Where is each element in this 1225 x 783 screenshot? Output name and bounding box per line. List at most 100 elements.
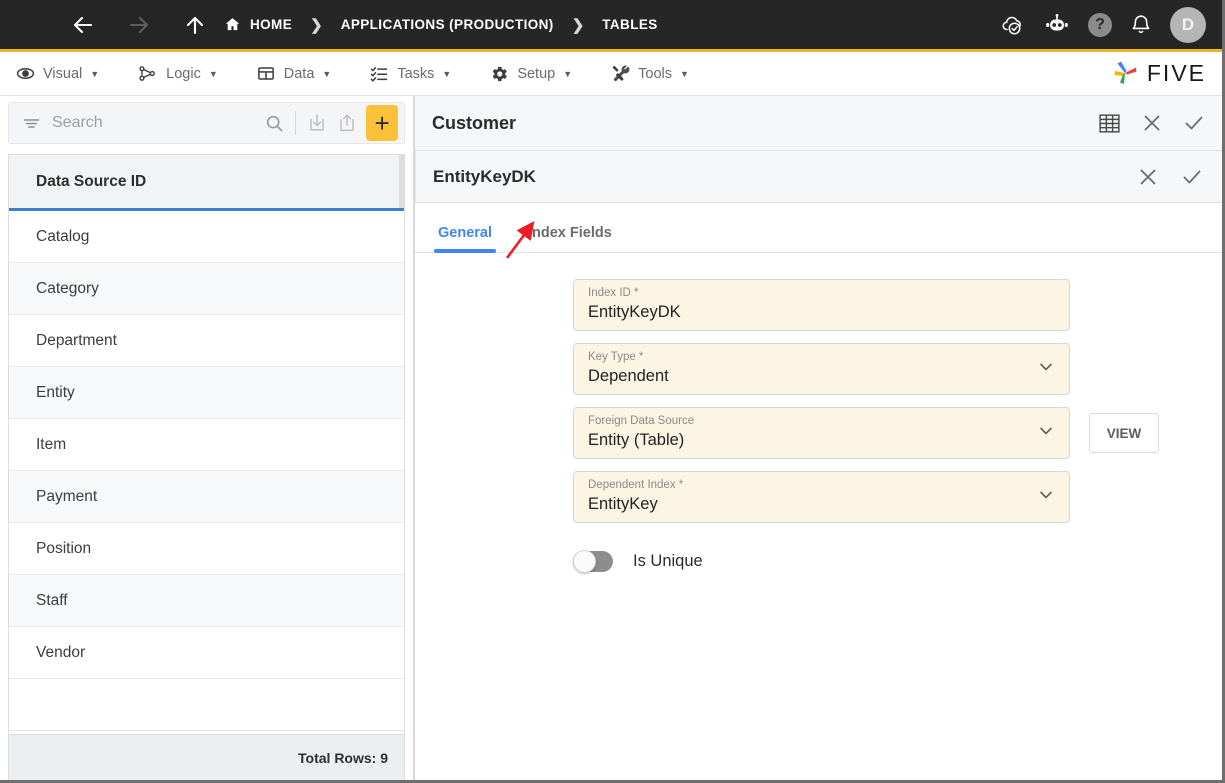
five-pinwheel-icon — [1114, 61, 1137, 84]
menu-item-tools[interactable]: Tools ▼ — [610, 64, 689, 84]
record-panel-actions — [1097, 111, 1206, 136]
tab-general[interactable]: General — [434, 225, 496, 253]
table-row[interactable]: Category — [9, 263, 404, 315]
add-button[interactable]: + — [366, 105, 399, 141]
breadcrumb-label: TABLES — [602, 17, 658, 32]
chevron-down-icon — [1036, 485, 1056, 510]
bell-icon[interactable] — [1130, 13, 1152, 37]
robot-icon[interactable] — [1044, 13, 1070, 36]
close-icon[interactable] — [1136, 165, 1160, 189]
index-panel-header: EntityKeyDK — [415, 151, 1222, 203]
row-label: Catalog — [36, 227, 90, 245]
foreign-data-source-select[interactable]: Foreign Data Source Entity (Table) — [573, 407, 1070, 459]
up-arrow-icon[interactable] — [178, 8, 212, 42]
menu-label: Data — [283, 65, 315, 82]
hamburger-menu-icon[interactable] — [20, 20, 42, 30]
field-row-key-type: Key Type * Dependent — [573, 343, 1222, 395]
chevron-down-icon: ▼ — [90, 68, 100, 79]
table-grid-icon — [256, 64, 276, 83]
tools-icon — [610, 64, 630, 84]
main-panel: Customer EntityKeyDK General Index Field… — [414, 96, 1222, 780]
breadcrumb: HOME ❯ APPLICATIONS (PRODUCTION) ❯ TABLE… — [224, 16, 658, 34]
table-row[interactable]: Department — [9, 315, 404, 367]
field-row-index-id: Index ID * EntityKeyDK — [573, 279, 1222, 331]
chevron-down-icon: ▼ — [208, 68, 218, 79]
dependent-index-select[interactable]: Dependent Index * EntityKey — [573, 471, 1070, 523]
tab-index-fields[interactable]: Index Fields — [524, 225, 616, 252]
tab-label: Index Fields — [528, 225, 612, 241]
row-label: Entity — [36, 383, 75, 401]
close-icon[interactable] — [1140, 111, 1164, 135]
avatar-initial: D — [1181, 14, 1195, 34]
menu-label: Setup — [517, 65, 556, 82]
gear-icon — [489, 64, 509, 84]
table-row[interactable]: Entity — [9, 367, 404, 419]
grid-column-header-label: Data Source ID — [36, 172, 147, 190]
menu-label: Visual — [43, 65, 83, 82]
key-type-select[interactable]: Key Type * Dependent — [573, 343, 1070, 395]
breadcrumb-item-tables[interactable]: TABLES — [602, 17, 657, 32]
index-id-field[interactable]: Index ID * EntityKeyDK — [573, 279, 1070, 331]
table-row[interactable]: Vendor — [9, 627, 404, 679]
field-row-foreign-data-source: Foreign Data Source Entity (Table) VIEW — [573, 407, 1222, 459]
breadcrumb-item-home[interactable]: HOME — [224, 16, 292, 33]
task-list-icon — [369, 64, 389, 83]
field-label: Foreign Data Source — [588, 415, 695, 427]
data-source-grid: Data Source ID Catalog Category Departme… — [8, 154, 405, 780]
forward-arrow-icon[interactable] — [122, 8, 156, 42]
table-row[interactable]: Payment — [9, 471, 404, 523]
table-row[interactable]: Item — [9, 419, 404, 471]
breadcrumb-item-applications[interactable]: APPLICATIONS (PRODUCTION) — [341, 17, 554, 32]
table-row[interactable]: Catalog — [9, 211, 404, 263]
view-button[interactable]: VIEW — [1089, 413, 1159, 453]
cloud-check-icon[interactable] — [1000, 12, 1026, 38]
avatar[interactable]: D — [1170, 6, 1206, 43]
table-row[interactable]: Position — [9, 523, 404, 575]
table-row[interactable]: Staff — [9, 575, 404, 627]
search-icon[interactable] — [259, 106, 289, 140]
menu-item-visual[interactable]: Visual ▼ — [16, 64, 99, 83]
tab-label: General — [438, 225, 492, 241]
page-title: Customer — [432, 112, 517, 133]
toolbar-divider — [295, 111, 296, 135]
chevron-down-icon: ▼ — [563, 68, 573, 79]
breadcrumb-label: APPLICATIONS (PRODUCTION) — [340, 17, 554, 32]
help-icon[interactable]: ? — [1088, 12, 1112, 37]
table-row-empty — [9, 679, 404, 731]
row-label: Position — [36, 539, 92, 557]
view-button-label: VIEW — [1106, 425, 1142, 441]
menu-item-logic[interactable]: Logic ▼ — [137, 64, 218, 83]
chevron-down-icon: ▼ — [680, 68, 689, 79]
search-input[interactable] — [52, 114, 259, 132]
breadcrumb-separator: ❯ — [571, 16, 585, 34]
field-value: EntityKeyDK — [588, 303, 681, 321]
breadcrumb-label: HOME — [250, 17, 293, 32]
confirm-icon[interactable] — [1182, 111, 1206, 135]
menu-item-data[interactable]: Data ▼ — [256, 64, 331, 83]
field-value: Dependent — [588, 367, 669, 385]
table-view-icon[interactable] — [1097, 111, 1122, 136]
grid-scrollbar[interactable] — [399, 155, 404, 208]
export-icon[interactable] — [332, 106, 362, 140]
record-panel-header: Customer — [415, 96, 1222, 151]
add-button-label: + — [374, 107, 390, 138]
grid-column-header[interactable]: Data Source ID — [9, 155, 404, 211]
menu-item-tasks[interactable]: Tasks ▼ — [369, 64, 451, 83]
sidebar-panel: + Data Source ID Catalog Category Depart… — [0, 96, 414, 780]
is-unique-toggle[interactable] — [573, 550, 613, 573]
filter-icon[interactable] — [21, 113, 42, 134]
field-label: Key Type * — [588, 351, 644, 363]
menu-item-setup[interactable]: Setup ▼ — [489, 64, 572, 84]
index-title: EntityKeyDK — [433, 166, 536, 186]
field-value: Entity (Table) — [588, 431, 685, 449]
confirm-icon[interactable] — [1180, 165, 1204, 189]
field-value: EntityKey — [588, 495, 658, 513]
chevron-down-icon — [1036, 421, 1056, 446]
row-label: Department — [36, 331, 117, 349]
home-icon — [224, 16, 241, 33]
row-label: Vendor — [36, 643, 86, 661]
back-arrow-icon[interactable] — [66, 8, 100, 42]
field-label: Index ID * — [588, 287, 639, 299]
menu-label: Logic — [166, 65, 201, 82]
import-icon[interactable] — [302, 106, 332, 140]
